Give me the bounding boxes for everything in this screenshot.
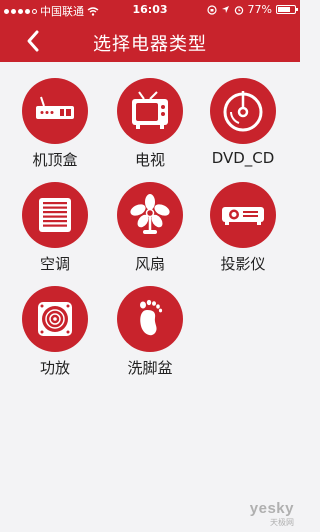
status-bar: 中国联通 16:03 77%	[0, 0, 300, 20]
device-icon-circle	[22, 78, 88, 144]
device-tile-dvd-cd[interactable]: DVD_CD	[198, 62, 288, 167]
air-conditioner-icon	[39, 198, 71, 232]
nav-bar: 选择电器类型	[0, 20, 300, 62]
watermark-sub: 天极网	[270, 518, 294, 527]
fan-icon	[130, 194, 170, 234]
page-title: 选择电器类型	[93, 34, 207, 55]
device-icon-circle	[210, 182, 276, 248]
device-label: 功放	[39, 359, 70, 377]
battery-icon	[276, 5, 298, 14]
device-icon-circle	[22, 182, 88, 248]
device-tile-projector[interactable]: 投影仪	[198, 166, 288, 273]
rotation-lock-icon	[206, 4, 217, 15]
device-icon-circle	[210, 78, 276, 144]
device-tile-air-conditioner[interactable]: 空调	[10, 166, 100, 273]
foot-bath-icon	[140, 299, 163, 336]
device-tile-tv[interactable]: 电视	[105, 62, 195, 169]
status-right: 77%	[206, 3, 298, 16]
alarm-icon	[234, 5, 243, 15]
amplifier-icon	[38, 302, 72, 336]
watermark-main: yesky	[249, 500, 294, 517]
device-tile-fan[interactable]: 风扇	[105, 166, 195, 273]
set-top-box-icon	[36, 96, 74, 119]
projector-icon	[222, 207, 264, 225]
device-icon-circle	[22, 286, 88, 352]
battery-fill	[278, 7, 291, 12]
watermark-logo: yesky 天极网	[250, 500, 294, 528]
device-label: 投影仪	[220, 255, 266, 273]
location-icon	[221, 6, 229, 13]
disc-icon	[223, 91, 263, 132]
battery-percentage: 77%	[247, 3, 272, 16]
device-tile-foot-bath[interactable]: 洗脚盆	[105, 270, 195, 377]
device-icon-circle	[117, 78, 183, 144]
device-icon-circle	[117, 182, 183, 248]
device-label: DVD_CD	[211, 149, 275, 167]
device-tile-set-top-box[interactable]: 机顶盒	[10, 62, 100, 169]
device-icon-circle	[117, 286, 183, 352]
device-tile-amplifier[interactable]: 功放	[10, 270, 100, 377]
device-label: 洗脚盆	[127, 359, 173, 377]
tv-icon	[132, 91, 168, 129]
